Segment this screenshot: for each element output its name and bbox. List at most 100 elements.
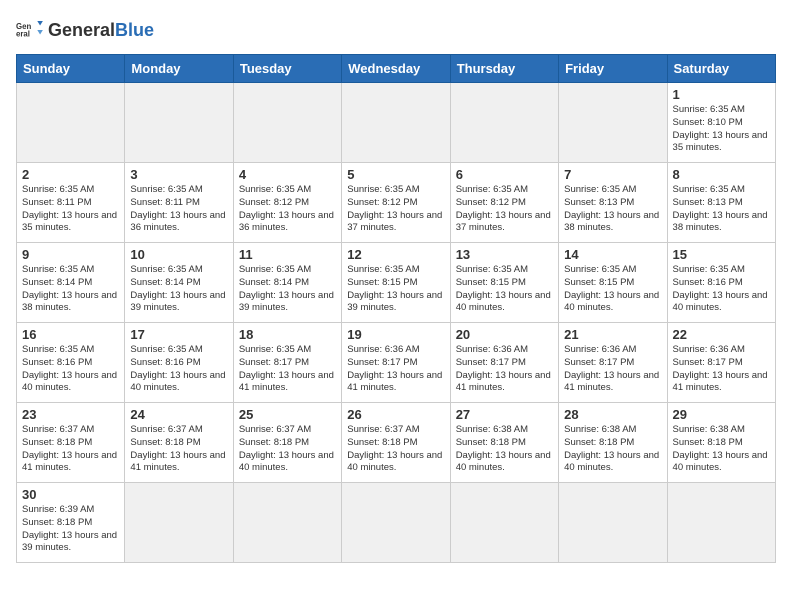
- calendar-cell: [559, 483, 667, 563]
- day-number: 4: [239, 167, 336, 182]
- day-info: Sunrise: 6:38 AMSunset: 8:18 PMDaylight:…: [673, 424, 770, 475]
- day-number: 16: [22, 327, 119, 342]
- calendar-cell: 2 Sunrise: 6:35 AMSunset: 8:11 PMDaylight…: [17, 163, 125, 243]
- day-info: Sunrise: 6:36 AMSunset: 8:17 PMDaylight:…: [456, 344, 553, 395]
- day-number: 22: [673, 327, 770, 342]
- calendar-cell: 18Sunrise: 6:35 AMSunset: 8:17 PMDayligh…: [233, 323, 341, 403]
- day-info: Sunrise: 6:35 AMSunset: 8:11 PMDaylight:…: [22, 184, 119, 235]
- calendar-cell: [450, 483, 558, 563]
- day-info: Sunrise: 6:35 AMSunset: 8:14 PMDaylight:…: [22, 264, 119, 315]
- day-number: 15: [673, 247, 770, 262]
- day-number: 24: [130, 407, 227, 422]
- column-header-wednesday: Wednesday: [342, 55, 450, 83]
- calendar-cell: [125, 83, 233, 163]
- day-info: Sunrise: 6:35 AMSunset: 8:17 PMDaylight:…: [239, 344, 336, 395]
- calendar-cell: 3Sunrise: 6:35 AMSunset: 8:11 PMDaylight…: [125, 163, 233, 243]
- day-info: Sunrise: 6:36 AMSunset: 8:17 PMDaylight:…: [673, 344, 770, 395]
- day-info: Sunrise: 6:37 AMSunset: 8:18 PMDaylight:…: [347, 424, 444, 475]
- column-header-sunday: Sunday: [17, 55, 125, 83]
- calendar-table: SundayMondayTuesdayWednesdayThursdayFrid…: [16, 54, 776, 563]
- day-number: 11: [239, 247, 336, 262]
- calendar-cell: 8 Sunrise: 6:35 AMSunset: 8:13 PMDaylight…: [667, 163, 775, 243]
- logo-text: GeneralBlue: [48, 21, 154, 39]
- day-number: 12: [347, 247, 444, 262]
- calendar-cell: 20 Sunrise: 6:36 AMSunset: 8:17 PMDayligh…: [450, 323, 558, 403]
- calendar-cell: 26 Sunrise: 6:37 AMSunset: 8:18 PMDayligh…: [342, 403, 450, 483]
- calendar-cell: 15 Sunrise: 6:35 AMSunset: 8:16 PMDayligh…: [667, 243, 775, 323]
- day-info: Sunrise: 6:35 AMSunset: 8:16 PMDaylight:…: [673, 264, 770, 315]
- calendar-cell: 23 Sunrise: 6:37 AMSunset: 8:18 PMDayligh…: [17, 403, 125, 483]
- day-info: Sunrise: 6:39 AMSunset: 8:18 PMDaylight:…: [22, 504, 119, 555]
- day-info: Sunrise: 6:37 AMSunset: 8:18 PMDaylight:…: [22, 424, 119, 475]
- calendar-cell: [125, 483, 233, 563]
- day-number: 27: [456, 407, 553, 422]
- day-number: 6: [456, 167, 553, 182]
- calendar-cell: [17, 83, 125, 163]
- day-number: 7: [564, 167, 661, 182]
- week-row-6: 30Sunrise: 6:39 AMSunset: 8:18 PMDayligh…: [17, 483, 776, 563]
- calendar-cell: 4 Sunrise: 6:35 AMSunset: 8:12 PMDaylight…: [233, 163, 341, 243]
- day-number: 9: [22, 247, 119, 262]
- calendar-cell: 10Sunrise: 6:35 AMSunset: 8:14 PMDayligh…: [125, 243, 233, 323]
- day-info: Sunrise: 6:38 AMSunset: 8:18 PMDaylight:…: [564, 424, 661, 475]
- svg-text:eral: eral: [16, 30, 30, 39]
- calendar-cell: 1Sunrise: 6:35 AMSunset: 8:10 PMDaylight…: [667, 83, 775, 163]
- day-info: Sunrise: 6:35 AMSunset: 8:13 PMDaylight:…: [564, 184, 661, 235]
- calendar-cell: 21Sunrise: 6:36 AMSunset: 8:17 PMDayligh…: [559, 323, 667, 403]
- logo-icon: General: [16, 16, 44, 44]
- day-info: Sunrise: 6:35 AMSunset: 8:12 PMDaylight:…: [239, 184, 336, 235]
- calendar-cell: 6 Sunrise: 6:35 AMSunset: 8:12 PMDaylight…: [450, 163, 558, 243]
- day-info: Sunrise: 6:38 AMSunset: 8:18 PMDaylight:…: [456, 424, 553, 475]
- calendar-cell: 5Sunrise: 6:35 AMSunset: 8:12 PMDaylight…: [342, 163, 450, 243]
- calendar-cell: 25Sunrise: 6:37 AMSunset: 8:18 PMDayligh…: [233, 403, 341, 483]
- calendar-cell: 29 Sunrise: 6:38 AMSunset: 8:18 PMDayligh…: [667, 403, 775, 483]
- calendar-cell: [342, 483, 450, 563]
- column-header-thursday: Thursday: [450, 55, 558, 83]
- calendar-cell: 22 Sunrise: 6:36 AMSunset: 8:17 PMDayligh…: [667, 323, 775, 403]
- calendar-cell: 19Sunrise: 6:36 AMSunset: 8:17 PMDayligh…: [342, 323, 450, 403]
- day-info: Sunrise: 6:35 AMSunset: 8:10 PMDaylight:…: [673, 104, 770, 155]
- day-number: 29: [673, 407, 770, 422]
- calendar-cell: [667, 483, 775, 563]
- day-info: Sunrise: 6:36 AMSunset: 8:17 PMDaylight:…: [564, 344, 661, 395]
- calendar-cell: 12 Sunrise: 6:35 AMSunset: 8:15 PMDayligh…: [342, 243, 450, 323]
- column-header-tuesday: Tuesday: [233, 55, 341, 83]
- day-info: Sunrise: 6:35 AMSunset: 8:15 PMDaylight:…: [564, 264, 661, 315]
- day-info: Sunrise: 6:35 AMSunset: 8:16 PMDaylight:…: [22, 344, 119, 395]
- calendar-cell: 11 Sunrise: 6:35 AMSunset: 8:14 PMDayligh…: [233, 243, 341, 323]
- day-info: Sunrise: 6:37 AMSunset: 8:18 PMDaylight:…: [130, 424, 227, 475]
- calendar-cell: 28 Sunrise: 6:38 AMSunset: 8:18 PMDayligh…: [559, 403, 667, 483]
- week-row-4: 16 Sunrise: 6:35 AMSunset: 8:16 PMDayligh…: [17, 323, 776, 403]
- day-number: 8: [673, 167, 770, 182]
- day-number: 10: [130, 247, 227, 262]
- column-header-friday: Friday: [559, 55, 667, 83]
- week-row-1: 1Sunrise: 6:35 AMSunset: 8:10 PMDaylight…: [17, 83, 776, 163]
- column-header-saturday: Saturday: [667, 55, 775, 83]
- calendar-cell: 16 Sunrise: 6:35 AMSunset: 8:16 PMDayligh…: [17, 323, 125, 403]
- day-info: Sunrise: 6:35 AMSunset: 8:14 PMDaylight:…: [239, 264, 336, 315]
- calendar-cell: 9 Sunrise: 6:35 AMSunset: 8:14 PMDaylight…: [17, 243, 125, 323]
- day-number: 28: [564, 407, 661, 422]
- column-header-monday: Monday: [125, 55, 233, 83]
- day-number: 13: [456, 247, 553, 262]
- day-number: 2: [22, 167, 119, 182]
- page-header: General GeneralBlue: [16, 16, 776, 44]
- day-number: 3: [130, 167, 227, 182]
- calendar-cell: [450, 83, 558, 163]
- day-number: 20: [456, 327, 553, 342]
- day-info: Sunrise: 6:36 AMSunset: 8:17 PMDaylight:…: [347, 344, 444, 395]
- day-number: 17: [130, 327, 227, 342]
- day-number: 14: [564, 247, 661, 262]
- day-number: 5: [347, 167, 444, 182]
- calendar-cell: 27 Sunrise: 6:38 AMSunset: 8:18 PMDayligh…: [450, 403, 558, 483]
- calendar-cell: [233, 83, 341, 163]
- day-info: Sunrise: 6:35 AMSunset: 8:12 PMDaylight:…: [456, 184, 553, 235]
- day-number: 26: [347, 407, 444, 422]
- calendar-cell: 24 Sunrise: 6:37 AMSunset: 8:18 PMDayligh…: [125, 403, 233, 483]
- calendar-cell: [342, 83, 450, 163]
- day-info: Sunrise: 6:37 AMSunset: 8:18 PMDaylight:…: [239, 424, 336, 475]
- day-number: 23: [22, 407, 119, 422]
- day-info: Sunrise: 6:35 AMSunset: 8:13 PMDaylight:…: [673, 184, 770, 235]
- logo: General GeneralBlue: [16, 16, 154, 44]
- day-info: Sunrise: 6:35 AMSunset: 8:15 PMDaylight:…: [347, 264, 444, 315]
